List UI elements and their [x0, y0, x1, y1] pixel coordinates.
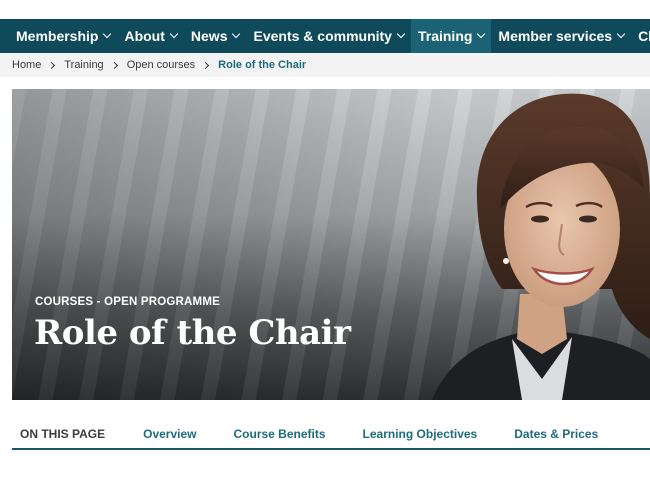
- page-link-overview[interactable]: Overview: [143, 427, 196, 441]
- page-link-learning-objectives[interactable]: Learning Objectives: [363, 427, 478, 441]
- breadcrumb-current: Role of the Chair: [218, 59, 307, 71]
- chevron-down-icon: [396, 29, 406, 39]
- nav-item-label: Member services: [498, 28, 613, 44]
- nav-item-member-services[interactable]: Member services: [491, 19, 631, 53]
- breadcrumb-training[interactable]: Training: [64, 59, 103, 71]
- nav-item-label: About: [124, 28, 165, 44]
- page-link-dates-prices[interactable]: Dates & Prices: [514, 427, 598, 441]
- nav-item-label: Cha: [638, 28, 650, 44]
- chevron-right-icon: [48, 61, 56, 69]
- top-strip: [0, 0, 650, 19]
- breadcrumb-open-courses[interactable]: Open courses: [127, 59, 195, 71]
- page-nav-divider: [12, 448, 650, 450]
- chevron-right-icon: [110, 61, 118, 69]
- hero-eyebrow: COURSES - OPEN PROGRAMME: [35, 296, 220, 308]
- main-nav: Membership About News Events & community…: [0, 19, 650, 53]
- nav-item-events-community[interactable]: Events & community: [246, 19, 410, 53]
- hero-overlay: [12, 89, 650, 400]
- on-this-page-label: ON THIS PAGE: [20, 427, 106, 441]
- nav-item-label: Events & community: [253, 28, 392, 44]
- nav-item-news[interactable]: News: [184, 19, 247, 53]
- page-title: Role of the Chair: [34, 313, 351, 353]
- chevron-down-icon: [616, 29, 626, 39]
- nav-item-cha[interactable]: Cha: [631, 19, 650, 53]
- chevron-down-icon: [232, 29, 241, 39]
- nav-item-about[interactable]: About: [117, 19, 183, 53]
- nav-item-label: Membership: [16, 28, 99, 44]
- chevron-down-icon: [103, 29, 112, 39]
- page-link-course-benefits[interactable]: Course Benefits: [234, 427, 326, 441]
- nav-item-label: News: [190, 28, 228, 44]
- nav-item-training[interactable]: Training: [410, 19, 492, 53]
- chevron-down-icon: [169, 29, 179, 39]
- nav-item-label: Training: [417, 28, 473, 44]
- chevron-down-icon: [477, 29, 486, 39]
- on-this-page-nav: ON THIS PAGE Overview Course Benefits Le…: [12, 420, 650, 448]
- nav-item-membership[interactable]: Membership: [0, 19, 117, 53]
- chevron-right-icon: [202, 61, 210, 69]
- breadcrumb: Home Training Open courses Role of the C…: [0, 53, 650, 77]
- hero-banner: COURSES - OPEN PROGRAMME Role of the Cha…: [12, 89, 650, 400]
- breadcrumb-home[interactable]: Home: [12, 59, 41, 71]
